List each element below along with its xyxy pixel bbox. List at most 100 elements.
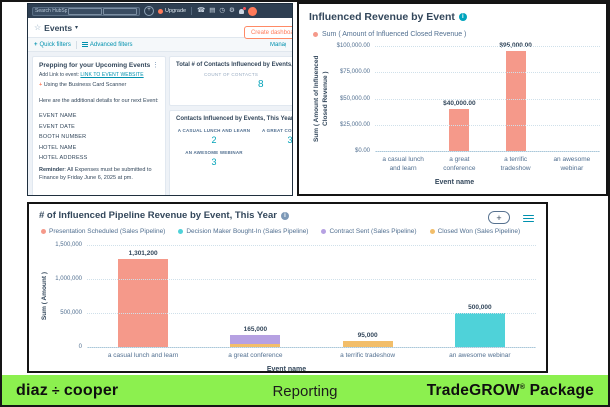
brand-word-first: diaz — [16, 382, 48, 400]
chart-title: Influenced Revenue by Event — [309, 11, 455, 23]
bar[interactable] — [449, 109, 469, 151]
gridline — [375, 125, 600, 126]
y-tick-label: $50,000.00 — [340, 96, 370, 102]
metric-value: 8 — [258, 79, 292, 90]
list-item: BOOTH NUMBER — [39, 134, 159, 140]
stat-label: A CASUAL LUNCH AND LEARN — [176, 128, 252, 133]
package-label: TradeGROW® Package — [427, 382, 594, 400]
bar[interactable] — [230, 335, 280, 347]
favorite-star-icon[interactable]: ☆ — [34, 23, 41, 32]
avatar[interactable] — [248, 7, 257, 16]
legend-item[interactable]: Decision Maker Bought-In (Sales Pipeline… — [178, 228, 308, 235]
event-detail-list: EVENT NAME EVENT DATE BOOTH NUMBER HOTEL… — [39, 113, 159, 161]
metric-label: COUNT OF CONTACTS — [204, 72, 292, 77]
calling-icon[interactable]: ☎ — [197, 8, 205, 15]
bar-slot-a-terrific-tradeshow: 95,000 — [312, 245, 424, 347]
y-tick-label: 1,500,000 — [55, 242, 82, 248]
bar-value-label: 95,000 — [358, 332, 378, 339]
bar-segment-Contract-Sent-(Sales-Pipeline)[interactable] — [230, 335, 280, 344]
settings-icon[interactable]: ⚙ — [229, 8, 235, 15]
legend-item[interactable]: Sum ( Amount of Influenced Closed Revenu… — [313, 31, 466, 38]
reminder-bold: Reminder — [39, 167, 64, 173]
filter-settings-icon[interactable] — [523, 213, 534, 224]
revenue-bar-chart: Sum ( Amount of Influenced Closed Revenu… — [309, 46, 600, 152]
gridline — [375, 99, 600, 100]
kebab-menu-icon[interactable]: ⋮ — [152, 62, 159, 69]
create-dashboard-button[interactable]: Create dashboard — [244, 26, 293, 39]
info-icon[interactable]: i — [459, 13, 467, 21]
stat-label: AN AWESOME WEBINAR — [176, 150, 252, 155]
legend-dot — [321, 229, 326, 234]
x-axis-area: a casual lunch and learna great conferen… — [309, 153, 600, 186]
bar-segment-Presentation-Scheduled-(Sales-Pipeline)[interactable] — [118, 259, 168, 347]
footer-band: diaz ÷ cooper Reporting TradeGROW® Packa… — [0, 375, 610, 407]
quick-filters-label: Quick filters — [40, 42, 71, 48]
search-input[interactable]: Search HubSpot — [32, 7, 140, 16]
advanced-filters-button[interactable]: Advanced filters — [82, 41, 133, 48]
y-axis-title-wrap: Sum ( Amount ) — [37, 245, 53, 347]
legend-label: Contract Sent (Sales Pipeline) — [329, 228, 416, 235]
list-item: EVENT DATE — [39, 124, 159, 130]
page: Search HubSpot + Upgrade ☎ ▤ ◷ ⚙ ☆ Event… — [0, 0, 610, 407]
legend-item[interactable]: Presentation Scheduled (Sales Pipeline) — [41, 228, 165, 235]
notifications-icon[interactable] — [239, 9, 244, 14]
bar[interactable] — [506, 51, 526, 151]
hubspot-events-screenshot: Search HubSpot + Upgrade ☎ ▤ ◷ ⚙ ☆ Event… — [27, 3, 293, 196]
influenced-revenue-chart-panel: Influenced Revenue by Event i Sum ( Amou… — [297, 2, 608, 196]
stat-item: AN AWESOME WEBINAR 3 — [176, 150, 252, 167]
create-icon[interactable]: + — [144, 6, 154, 16]
plus-icon: + — [34, 42, 38, 48]
bar-slot-an-awesome-webinar: 500,000 — [424, 245, 536, 347]
card-title: Contacts Influenced by Events, This Year — [176, 116, 292, 122]
legend-item[interactable]: Contract Sent (Sales Pipeline) — [321, 228, 416, 235]
scanner-label: Using the Business Card Scanner — [44, 82, 127, 88]
gridline — [87, 279, 536, 280]
x-category-label: a casual lunch and learn — [375, 156, 431, 174]
quick-filters-button[interactable]: + Quick filters — [34, 42, 71, 48]
bar-segment-Decision-Maker-Bought-In-(Sales-Pipeline)[interactable] — [455, 313, 505, 347]
y-tick-label: $100,000.00 — [337, 43, 370, 49]
bar[interactable] — [455, 313, 505, 347]
reminder-text: Reminder: All Expenses must be submitted… — [39, 166, 159, 183]
bar-segment-Sum-(-Amount-of-Influenced-Closed-Revenue-)[interactable] — [506, 51, 526, 151]
keyboard-shortcut-key — [68, 8, 102, 15]
list-item: EVENT NAME — [39, 113, 159, 119]
gridline — [87, 313, 536, 314]
card-title: Total # of Contacts Influenced by Events… — [176, 62, 292, 68]
bar[interactable] — [118, 259, 168, 347]
marketplace-icon[interactable]: ▤ — [209, 8, 215, 15]
x-category-label: a terrific tradeshow — [312, 352, 424, 361]
y-tick-label: 1,000,000 — [55, 276, 82, 282]
activity-icon[interactable]: ◷ — [219, 8, 225, 15]
legend-item[interactable]: Closed Won (Sales Pipeline) — [430, 228, 521, 235]
legend-dot — [178, 229, 183, 234]
gridline — [87, 347, 536, 348]
legend-dot — [313, 32, 318, 37]
chevron-down-icon[interactable]: ▾ — [75, 24, 78, 31]
bar-value-label: 500,000 — [468, 304, 492, 311]
package-suffix: Package — [525, 382, 594, 399]
legend-label: Decision Maker Bought-In (Sales Pipeline… — [186, 228, 308, 235]
legend-label: Presentation Scheduled (Sales Pipeline) — [49, 228, 165, 235]
upgrade-sprocket-icon — [158, 9, 163, 14]
x-category-label: a great conference — [199, 352, 311, 361]
stat-item: A GREAT CONFERENCE 3 — [252, 128, 292, 145]
y-tick-label: 500,000 — [60, 310, 82, 316]
bar-value-label: $40,000.00 — [443, 100, 476, 107]
info-icon[interactable]: i — [281, 212, 289, 220]
add-link-prefix: Add Link to event: — [39, 72, 80, 78]
pipeline-stacked-bar-chart: Sum ( Amount ) 1,500,000 1,000,000 500,000… — [37, 245, 536, 348]
event-website-link[interactable]: LINK TO EVENT WEBSITE — [80, 72, 143, 78]
dashboard-title[interactable]: Events — [44, 23, 72, 33]
bullet-icon: + — [39, 82, 42, 88]
x-category-label: a casual lunch and learn — [87, 352, 199, 361]
diaz-cooper-logo: diaz ÷ cooper — [16, 382, 118, 400]
add-button[interactable]: + — [488, 211, 510, 224]
bar-segment-Sum-(-Amount-of-Influenced-Closed-Revenue-)[interactable] — [449, 109, 469, 151]
upgrade-button[interactable]: Upgrade — [158, 8, 186, 14]
bar-value-label: 1,301,200 — [129, 250, 158, 257]
legend-dot — [41, 229, 46, 234]
footer-section-label: Reporting — [272, 383, 337, 400]
manage-dashboards-link[interactable]: Manage dashboards — [270, 42, 286, 48]
x-category-label: a terrific tradeshow — [488, 156, 544, 174]
